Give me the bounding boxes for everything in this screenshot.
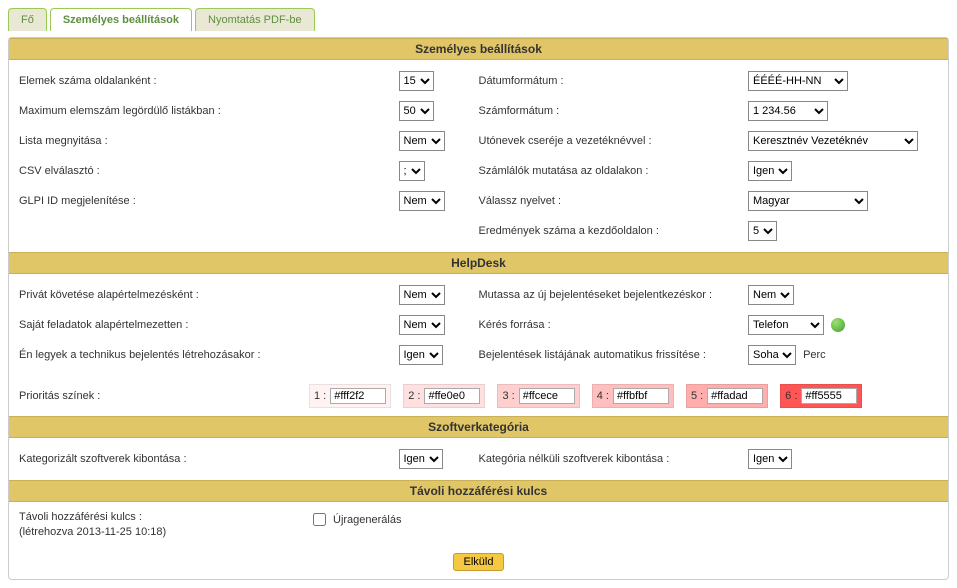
remote-key-created: (létrehozva 2013-11-25 10:18): [19, 526, 166, 538]
tabs: Fő Személyes beállítások Nyomtatás PDF-b…: [8, 8, 949, 31]
label-cat-expand: Kategorizált szoftverek kibontása :: [19, 453, 399, 465]
submit-button[interactable]: Elküld: [453, 553, 505, 571]
label-req-src: Kérés forrása :: [479, 319, 749, 331]
select-results-home[interactable]: 5: [748, 221, 777, 241]
settings-panel: Személyes beállítások Elemek száma oldal…: [8, 37, 949, 580]
label-max-dropdown: Maximum elemszám legördülő listákban :: [19, 105, 399, 117]
priority-item-6: 6 :: [780, 384, 862, 408]
select-cat-expand[interactable]: Igen: [399, 449, 443, 469]
priority-item-2: 2 :: [403, 384, 485, 408]
priority-num: 3 :: [502, 390, 514, 402]
label-open-list: Lista megnyitása :: [19, 135, 399, 147]
label-date-fmt: Dátumformátum :: [479, 75, 749, 87]
label-language: Válassz nyelvet :: [479, 195, 749, 207]
label-results-home: Eredmények száma a kezdőoldalon :: [479, 225, 749, 237]
auto-refresh-unit: Perc: [803, 349, 826, 361]
priority-item-1: 1 :: [309, 384, 391, 408]
select-be-tech[interactable]: Igen: [399, 345, 443, 365]
select-language[interactable]: Magyar: [748, 191, 868, 211]
label-private-follow: Privát követése alapértelmezésként :: [19, 289, 399, 301]
select-nocat-expand[interactable]: Igen: [748, 449, 792, 469]
priority-num: 5 :: [691, 390, 703, 402]
section-personal-header: Személyes beállítások: [9, 38, 948, 60]
label-show-new: Mutassa az új bejelentéseket bejelentkez…: [479, 289, 749, 301]
label-name-swap: Utónevek cseréje a vezetéknévvel :: [479, 135, 749, 147]
label-priority-colors: Prioritás színek :: [19, 390, 309, 402]
tab-main[interactable]: Fő: [8, 8, 47, 31]
select-own-tasks[interactable]: Nem: [399, 315, 445, 335]
select-max-dropdown[interactable]: 50: [399, 101, 434, 121]
label-glpi-id: GLPI ID megjelenítése :: [19, 195, 399, 207]
refresh-icon[interactable]: [831, 318, 845, 332]
priority-color-input-2[interactable]: [424, 388, 480, 404]
priority-items: 1 : 2 : 3 : 4 : 5 : 6 :: [309, 384, 862, 408]
label-counters: Számlálók mutatása az oldalakon :: [479, 165, 749, 177]
label-regenerate: Újragenerálás: [333, 514, 401, 526]
priority-color-input-4[interactable]: [613, 388, 669, 404]
select-req-src[interactable]: Telefon: [748, 315, 824, 335]
priority-num: 4 :: [597, 390, 609, 402]
priority-item-5: 5 :: [686, 384, 768, 408]
select-date-fmt[interactable]: ÉÉÉÉ-HH-NN: [748, 71, 848, 91]
priority-num: 1 :: [314, 390, 326, 402]
select-auto-refresh[interactable]: Soha: [748, 345, 796, 365]
priority-color-input-6[interactable]: [801, 388, 857, 404]
section-software-header: Szoftverkategória: [9, 416, 948, 438]
label-nocat-expand: Kategória nélküli szoftverek kibontása :: [479, 453, 749, 465]
select-private-follow[interactable]: Nem: [399, 285, 445, 305]
select-num-fmt[interactable]: 1 234.56: [748, 101, 828, 121]
select-name-swap[interactable]: Keresztnév Vezetéknév: [748, 131, 918, 151]
label-be-tech: Én legyek a technikus bejelentés létreho…: [19, 349, 399, 361]
priority-item-4: 4 :: [592, 384, 674, 408]
priority-color-input-1[interactable]: [330, 388, 386, 404]
select-open-list[interactable]: Nem: [399, 131, 445, 151]
label-own-tasks: Saját feladatok alapértelmezetten :: [19, 319, 399, 331]
section-helpdesk-header: HelpDesk: [9, 252, 948, 274]
priority-item-3: 3 :: [497, 384, 579, 408]
select-csv-sep[interactable]: ;: [399, 161, 425, 181]
label-auto-refresh: Bejelentések listájának automatikus fris…: [479, 349, 749, 361]
priority-color-input-5[interactable]: [707, 388, 763, 404]
tab-print[interactable]: Nyomtatás PDF-be: [195, 8, 315, 31]
select-show-new[interactable]: Nem: [748, 285, 794, 305]
tab-personal[interactable]: Személyes beállítások: [50, 8, 192, 31]
section-remote-header: Távoli hozzáférési kulcs: [9, 480, 948, 502]
label-num-fmt: Számformátum :: [479, 105, 749, 117]
priority-num: 2 :: [408, 390, 420, 402]
select-items-per-page[interactable]: 15: [399, 71, 434, 91]
label-items-per-page: Elemek száma oldalanként :: [19, 75, 399, 87]
select-counters[interactable]: Igen: [748, 161, 792, 181]
priority-num: 6 :: [785, 390, 797, 402]
label-csv-sep: CSV elválasztó :: [19, 165, 399, 177]
priority-color-input-3[interactable]: [519, 388, 575, 404]
select-glpi-id[interactable]: Nem: [399, 191, 445, 211]
